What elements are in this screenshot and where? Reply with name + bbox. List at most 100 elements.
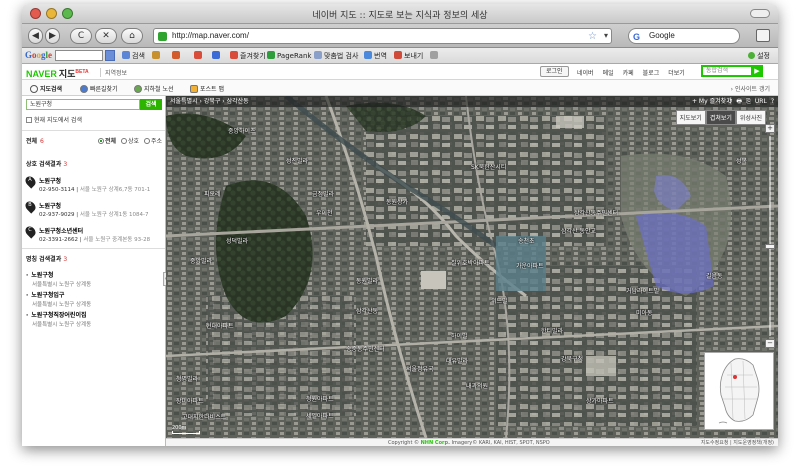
map-policy-link[interactable]: 지도운영정책(개정) <box>733 440 774 446</box>
address-bar[interactable]: http://map.naver.com/ ☆ ▾ <box>153 28 612 44</box>
send-button[interactable]: 보내기 <box>394 51 423 61</box>
result-name[interactable]: 노원구청 <box>39 176 61 185</box>
overview-minimap[interactable] <box>704 352 774 430</box>
map-search-button[interactable]: 검색 <box>140 99 162 110</box>
result-name[interactable]: 노원구청소년센터 <box>39 226 83 235</box>
window-expand-icon[interactable] <box>756 29 770 42</box>
result-name[interactable]: 노원구청 <box>39 201 61 210</box>
sitemap-link[interactable]: › 인사이트 갱기 <box>731 84 770 93</box>
nav-more[interactable]: 더보기 <box>668 68 685 77</box>
google-search-button[interactable]: 검색 <box>122 51 145 61</box>
breadcrumb-city[interactable]: 서울특별시 <box>170 98 198 105</box>
place-address: 서울특별시 노원구 상계동 <box>32 322 92 328</box>
place-name[interactable]: 노원구청직장어린이집 <box>26 310 162 319</box>
area-info-link[interactable]: 지역정보 <box>100 68 127 77</box>
spellcheck-button[interactable]: 맞춤법 검사 <box>314 51 358 61</box>
star-button[interactable] <box>212 51 222 60</box>
mode-map[interactable]: 지도보기 <box>675 110 706 125</box>
naver-search-placeholder: 통합검색 <box>706 67 729 74</box>
gmail-button[interactable] <box>194 51 204 60</box>
map-correction-link[interactable]: 지도수정요청 <box>701 440 729 446</box>
google-settings-button[interactable]: 설정 <box>748 51 770 61</box>
zoom-in-button[interactable]: + <box>765 124 775 133</box>
tab-post-map[interactable]: 포스트 맵 <box>190 84 224 93</box>
breadcrumb-dong[interactable]: 삼각산동 <box>227 98 249 105</box>
nav-cafe[interactable]: 카페 <box>623 68 634 77</box>
browser-search-field[interactable]: G Google <box>628 28 740 44</box>
url-button[interactable]: URL <box>755 96 767 107</box>
filter-address-radio[interactable]: 주소 <box>141 138 162 145</box>
bookmarks-button[interactable]: 즐겨찾기 <box>230 51 266 61</box>
nav-blog[interactable]: 블로그 <box>643 68 660 77</box>
help-icon[interactable]: ? <box>771 96 774 107</box>
reload-button[interactable]: C <box>70 28 92 44</box>
nav-mail[interactable]: 메일 <box>603 68 614 77</box>
mode-hybrid[interactable]: 겹쳐보기 <box>705 110 736 125</box>
translate-button[interactable]: 번역 <box>364 51 387 61</box>
my-favorites-button[interactable]: + My 즐겨찾기 <box>692 96 732 107</box>
all-results-count: 6 <box>40 138 44 145</box>
tab-map-search[interactable]: 지도검색 <box>30 84 62 93</box>
zoom-slider-track[interactable] <box>769 136 771 336</box>
bookmark-star-icon[interactable]: ☆ <box>588 30 597 44</box>
route-icon <box>80 85 88 93</box>
copyright-text: Copyright © NHN Corp. Imagery© KARI, KAI… <box>388 440 550 446</box>
map-label: 가운아파트 <box>516 263 544 270</box>
google-search-icon: G <box>633 32 641 42</box>
google-toolbar-dropdown[interactable] <box>105 50 115 61</box>
business-result-item[interactable]: A 노원구청 02-950-3114 | 서울 노원구 상계6,7동 701-1 <box>23 174 162 200</box>
map-label: 성덕빌라 <box>226 238 249 245</box>
nav-naver[interactable]: 네이버 <box>577 68 594 77</box>
copy-icon[interactable]: ⎘ <box>746 96 751 107</box>
map-label: 위드빌 <box>491 298 508 305</box>
tab-subway[interactable]: 지하철 노선 <box>134 84 174 93</box>
all-results-label: 전체 <box>26 138 38 145</box>
spellcheck-icon <box>314 51 322 59</box>
search-in-view-checkbox[interactable]: 현재 지도에서 검색 <box>26 115 82 124</box>
print-icon[interactable]: 🖶 <box>736 96 742 107</box>
pen-tool-button[interactable] <box>430 51 440 60</box>
toolbar-tool-1[interactable] <box>152 51 162 60</box>
stop-button[interactable]: ✕ <box>95 28 117 44</box>
filter-business-radio[interactable]: 상호 <box>118 138 139 145</box>
map-label: 고대지한다비스트 <box>182 414 227 421</box>
zoom-out-button[interactable]: − <box>765 339 775 348</box>
naver-search-button[interactable]: ▶ <box>751 65 763 77</box>
place-result-item[interactable]: 노원구청 서울특별시 노원구 상계동 <box>26 270 162 288</box>
place-result-item[interactable]: 노원구청입구 서울특별시 노원구 상계동 <box>26 290 162 308</box>
google-toolbar-search-input[interactable] <box>55 50 103 61</box>
map-label: 길음동 <box>706 273 723 280</box>
filter-all-radio[interactable]: 전체 <box>95 138 116 145</box>
back-button[interactable]: ◀ <box>28 28 43 44</box>
url-dropdown-icon[interactable]: ▾ <box>604 29 608 43</box>
naver-search-input[interactable]: 통합검색 ▶ <box>701 65 763 77</box>
map-scale-bar: 200m <box>172 425 200 434</box>
favicon-icon <box>158 32 167 41</box>
satellite-map[interactable]: 서울특별시 › 강북구 › 삼각산동 + My 즐겨찾기 ↺ 🖶 ⎘ URL ?… <box>166 96 778 438</box>
result-filter: 전체 6 전체 상호 주소 <box>26 136 162 145</box>
mode-satellite[interactable]: 위성사진 <box>735 110 766 125</box>
toolbar-toggle-button[interactable] <box>750 9 770 18</box>
place-result-item[interactable]: 노원구청직장어린이집 서울특별시 노원구 상계동 <box>26 310 162 328</box>
business-result-item[interactable]: B 노원구청 02-937-9029 | 서울 노원구 상계1동 1084-7 <box>23 199 162 225</box>
place-name[interactable]: 노원구청 <box>26 270 162 279</box>
divider <box>22 248 165 249</box>
forward-button[interactable]: ▶ <box>45 28 60 44</box>
pagerank-indicator[interactable]: PageRank <box>267 51 311 60</box>
map-label: 상가아파트 <box>586 398 614 405</box>
zoom-slider-handle[interactable] <box>765 244 775 249</box>
browser-toolbar: ◀ ▶ C ✕ ⌂ http://map.naver.com/ ☆ ▾ G Go… <box>22 24 778 48</box>
naver-map-logo[interactable]: NAVER 지도BETA <box>26 67 89 80</box>
login-button[interactable]: 로그인 <box>540 66 569 77</box>
home-button[interactable]: ⌂ <box>121 28 143 44</box>
map-search-input[interactable]: 노원구청 <box>26 99 140 110</box>
title-bar: 네이버 지도 :: 지도로 보는 지식과 정보의 세상 <box>22 4 778 24</box>
tab-quick-route[interactable]: 빠른길찾기 <box>80 84 118 93</box>
place-name[interactable]: 노원구청입구 <box>26 290 162 299</box>
result-address: 서울 노원구 상계1동 1084-7 <box>79 212 149 218</box>
window-title: 네이버 지도 :: 지도로 보는 지식과 정보의 세상 <box>312 11 488 21</box>
toolbar-tool-2[interactable] <box>172 51 182 60</box>
business-result-item[interactable]: C 노원구청소년센터 02-3391-2662 | 서울 노원구 중계본동 93… <box>23 224 162 250</box>
breadcrumb-district[interactable]: 강북구 <box>204 98 221 105</box>
refresh-icon[interactable]: ↺ <box>727 96 732 107</box>
